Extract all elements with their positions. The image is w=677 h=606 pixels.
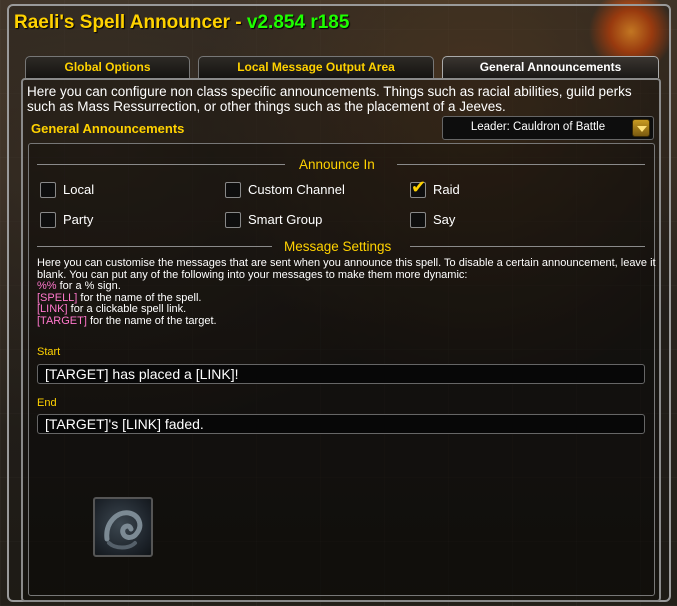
checkbox-label: Party	[63, 212, 94, 227]
checkbox-box[interactable]	[225, 182, 241, 198]
description-text: Here you can customise the messages that…	[37, 257, 656, 281]
announce-in-title: Announce In	[299, 157, 375, 172]
divider	[37, 246, 272, 247]
message-settings-header: Message Settings	[37, 239, 645, 254]
intro-text: Here you can configure non class specifi…	[27, 84, 632, 114]
message-settings-title: Message Settings	[284, 239, 392, 254]
window-title-text: Raeli's Spell Announcer -	[14, 12, 247, 33]
token-desc: for a clickable spell link.	[67, 303, 187, 315]
announce-in-header: Announce In	[37, 157, 645, 172]
divider	[37, 164, 285, 165]
token-name: [LINK]	[37, 303, 68, 315]
divider	[397, 164, 645, 165]
checkbox-label: Smart Group	[248, 212, 323, 227]
token-desc: for the name of the target.	[86, 314, 217, 327]
tab-global-options[interactable]: Global Options	[25, 56, 190, 78]
checkbox-box[interactable]	[225, 212, 241, 228]
end-label: End	[37, 397, 57, 409]
checkbox-box[interactable]: ✔	[410, 177, 426, 198]
end-message-input[interactable]: [TARGET]'s [LINK] faded.	[37, 414, 645, 434]
checkbox-box[interactable]	[410, 212, 426, 228]
spell-icon	[93, 497, 153, 557]
token-name: [SPELL]	[37, 291, 78, 304]
checkbox-box[interactable]	[40, 182, 56, 198]
start-message-input[interactable]: [TARGET] has placed a [LINK]!	[37, 364, 645, 384]
tab-bar: Global Options Local Message Output Area…	[25, 56, 659, 78]
token-name: [TARGET]	[37, 314, 87, 327]
token-help-line: [TARGET] for the name of the target.	[37, 314, 657, 328]
checkbox-label: Say	[433, 212, 456, 227]
divider	[410, 246, 645, 247]
token-desc: for a % sign.	[56, 280, 121, 292]
section-title: General Announcements	[31, 121, 185, 136]
cauldron-icon	[104, 510, 143, 550]
version-label: v2.854 r185	[246, 12, 350, 33]
tab-local-message-output[interactable]: Local Message Output Area	[198, 56, 434, 78]
checkbox-label: Raid	[433, 182, 460, 197]
start-label: Start	[37, 346, 61, 358]
chevron-down-icon[interactable]	[632, 119, 650, 137]
window-title: Raeli's Spell Announcer - v2.854 r185	[14, 12, 349, 34]
message-settings-description: Here you can customise the messages that…	[37, 257, 657, 328]
checkbox-label: Custom Channel	[248, 182, 345, 197]
spell-dropdown[interactable]: Leader: Cauldron of Battle	[442, 116, 654, 140]
token-name: %%	[37, 280, 57, 292]
tab-general-announcements[interactable]: General Announcements	[442, 56, 659, 78]
checkbox-label: Local	[63, 182, 95, 197]
checkmark-icon: ✔	[411, 177, 427, 198]
token-desc: for the name of the spell.	[77, 291, 202, 304]
spell-dropdown-value: Leader: Cauldron of Battle	[470, 121, 606, 133]
checkbox-box[interactable]	[40, 212, 56, 228]
